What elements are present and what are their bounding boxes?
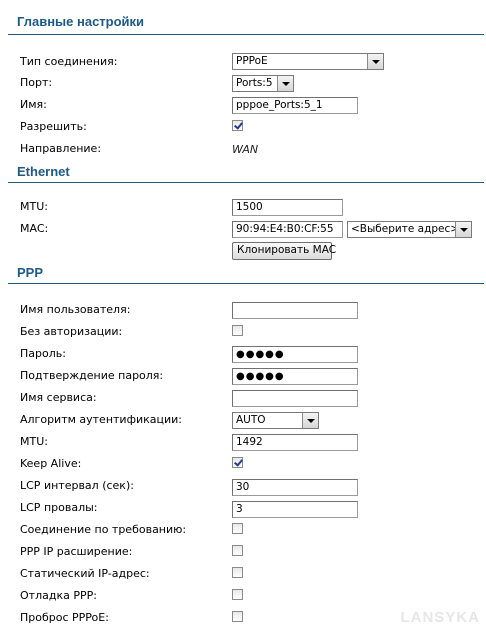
lcp-interval-input[interactable]: 30 bbox=[232, 479, 358, 496]
eth-mtu-label: MTU: bbox=[20, 200, 48, 213]
direction-label: Направление: bbox=[20, 142, 102, 155]
chevron-down-icon bbox=[302, 413, 318, 428]
port-label: Порт: bbox=[20, 76, 53, 89]
ppp-ip-ext-label: PPP IP расширение: bbox=[20, 545, 133, 558]
name-label: Имя: bbox=[20, 98, 47, 111]
pppoe-passthrough-label: Проброс PPPoE: bbox=[20, 611, 109, 624]
ppp-mtu-label: MTU: bbox=[20, 435, 48, 448]
service-name-input[interactable] bbox=[232, 390, 358, 407]
lcp-failures-label: LCP провалы: bbox=[20, 501, 98, 514]
password-input[interactable]: ●●●●● bbox=[232, 346, 358, 363]
chevron-down-icon bbox=[455, 222, 471, 237]
pppoe-passthrough-checkbox[interactable] bbox=[232, 611, 243, 622]
keep-alive-checkbox[interactable] bbox=[232, 457, 243, 468]
ppp-debug-checkbox[interactable] bbox=[232, 589, 243, 600]
section-divider bbox=[8, 34, 484, 35]
section-title-main: Главные настройки bbox=[17, 14, 145, 29]
password-confirm-input[interactable]: ●●●●● bbox=[232, 368, 358, 385]
section-divider bbox=[8, 182, 484, 183]
connection-type-value: PPPoE bbox=[236, 55, 268, 67]
password-confirm-label: Подтверждение пароля: bbox=[20, 369, 164, 382]
clone-mac-button[interactable]: Клонировать MAC bbox=[232, 242, 336, 260]
static-ip-checkbox[interactable] bbox=[232, 567, 243, 578]
on-demand-label: Соединение по требованию: bbox=[20, 523, 187, 536]
keep-alive-label: Keep Alive: bbox=[20, 457, 82, 470]
on-demand-checkbox[interactable] bbox=[232, 523, 243, 534]
eth-mtu-input[interactable]: 1500 bbox=[232, 199, 343, 216]
mac-input[interactable]: 90:94:E4:B0:CF:55 bbox=[232, 221, 343, 238]
mac-address-select-value: <Выберите адрес> bbox=[351, 223, 460, 235]
service-name-label: Имя сервиса: bbox=[20, 391, 97, 404]
section-title-ethernet: Ethernet bbox=[17, 164, 70, 179]
enable-checkbox[interactable] bbox=[232, 120, 243, 131]
mac-label: MAC: bbox=[20, 222, 49, 235]
password-label: Пароль: bbox=[20, 347, 66, 360]
chevron-down-icon bbox=[277, 76, 293, 91]
auth-algo-label: Алгоритм аутентификации: bbox=[20, 413, 183, 426]
ppp-debug-label: Отладка PPP: bbox=[20, 589, 97, 602]
username-input[interactable] bbox=[232, 302, 358, 319]
lcp-failures-input[interactable]: 3 bbox=[232, 501, 358, 518]
section-divider bbox=[8, 283, 484, 284]
static-ip-label: Статический IP-адрес: bbox=[20, 567, 150, 580]
port-value: Ports:5 bbox=[236, 77, 273, 89]
lcp-interval-label: LCP интервал (сек): bbox=[20, 479, 134, 492]
auth-algo-value: AUTO bbox=[236, 414, 266, 426]
name-input[interactable]: pppoe_Ports:5_1 bbox=[232, 97, 358, 114]
connection-type-select[interactable]: PPPoE bbox=[232, 53, 384, 70]
ppp-mtu-input[interactable]: 1492 bbox=[232, 434, 358, 451]
enable-label: Разрешить: bbox=[20, 120, 87, 133]
section-title-ppp: PPP bbox=[17, 265, 44, 280]
chevron-down-icon bbox=[367, 54, 383, 69]
no-auth-label: Без авторизации: bbox=[20, 325, 123, 338]
connection-type-label: Тип соединения: bbox=[20, 55, 118, 68]
watermark-logo: LANSYKA bbox=[400, 609, 480, 626]
auth-algo-select[interactable]: AUTO bbox=[232, 412, 319, 429]
direction-value: WAN bbox=[232, 143, 259, 156]
port-select[interactable]: Ports:5 bbox=[232, 75, 294, 92]
no-auth-checkbox[interactable] bbox=[232, 325, 243, 336]
username-label: Имя пользователя: bbox=[20, 303, 131, 316]
mac-address-select[interactable]: <Выберите адрес> bbox=[347, 221, 472, 238]
ppp-ip-ext-checkbox[interactable] bbox=[232, 545, 243, 556]
